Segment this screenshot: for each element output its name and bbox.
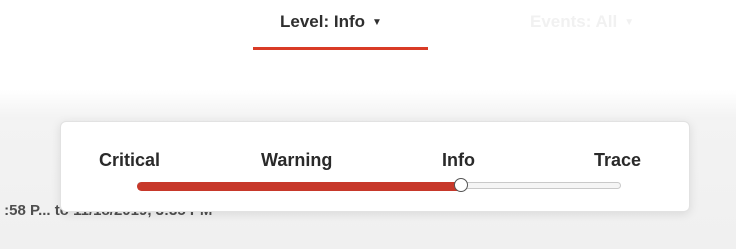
level-option-info[interactable]: Info <box>442 150 475 171</box>
level-filter-button[interactable]: Level: Info ▼ <box>280 10 382 34</box>
level-slider-track[interactable] <box>137 178 621 192</box>
active-filter-underline <box>253 47 428 50</box>
level-option-warning[interactable]: Warning <box>261 150 332 171</box>
level-dropdown-panel: Critical Warning Info Trace <box>60 121 690 212</box>
level-slider-fill <box>137 182 460 191</box>
level-filter-label: Level: Info <box>280 12 366 31</box>
events-filter-label: Events: All <box>530 12 618 31</box>
level-slider-handle[interactable] <box>454 178 468 192</box>
level-option-trace[interactable]: Trace <box>594 150 641 171</box>
level-option-critical[interactable]: Critical <box>99 150 160 171</box>
events-filter-button[interactable]: Events: All ▼ <box>530 10 634 34</box>
caret-down-icon: ▼ <box>372 17 382 28</box>
caret-down-icon: ▼ <box>624 17 635 28</box>
